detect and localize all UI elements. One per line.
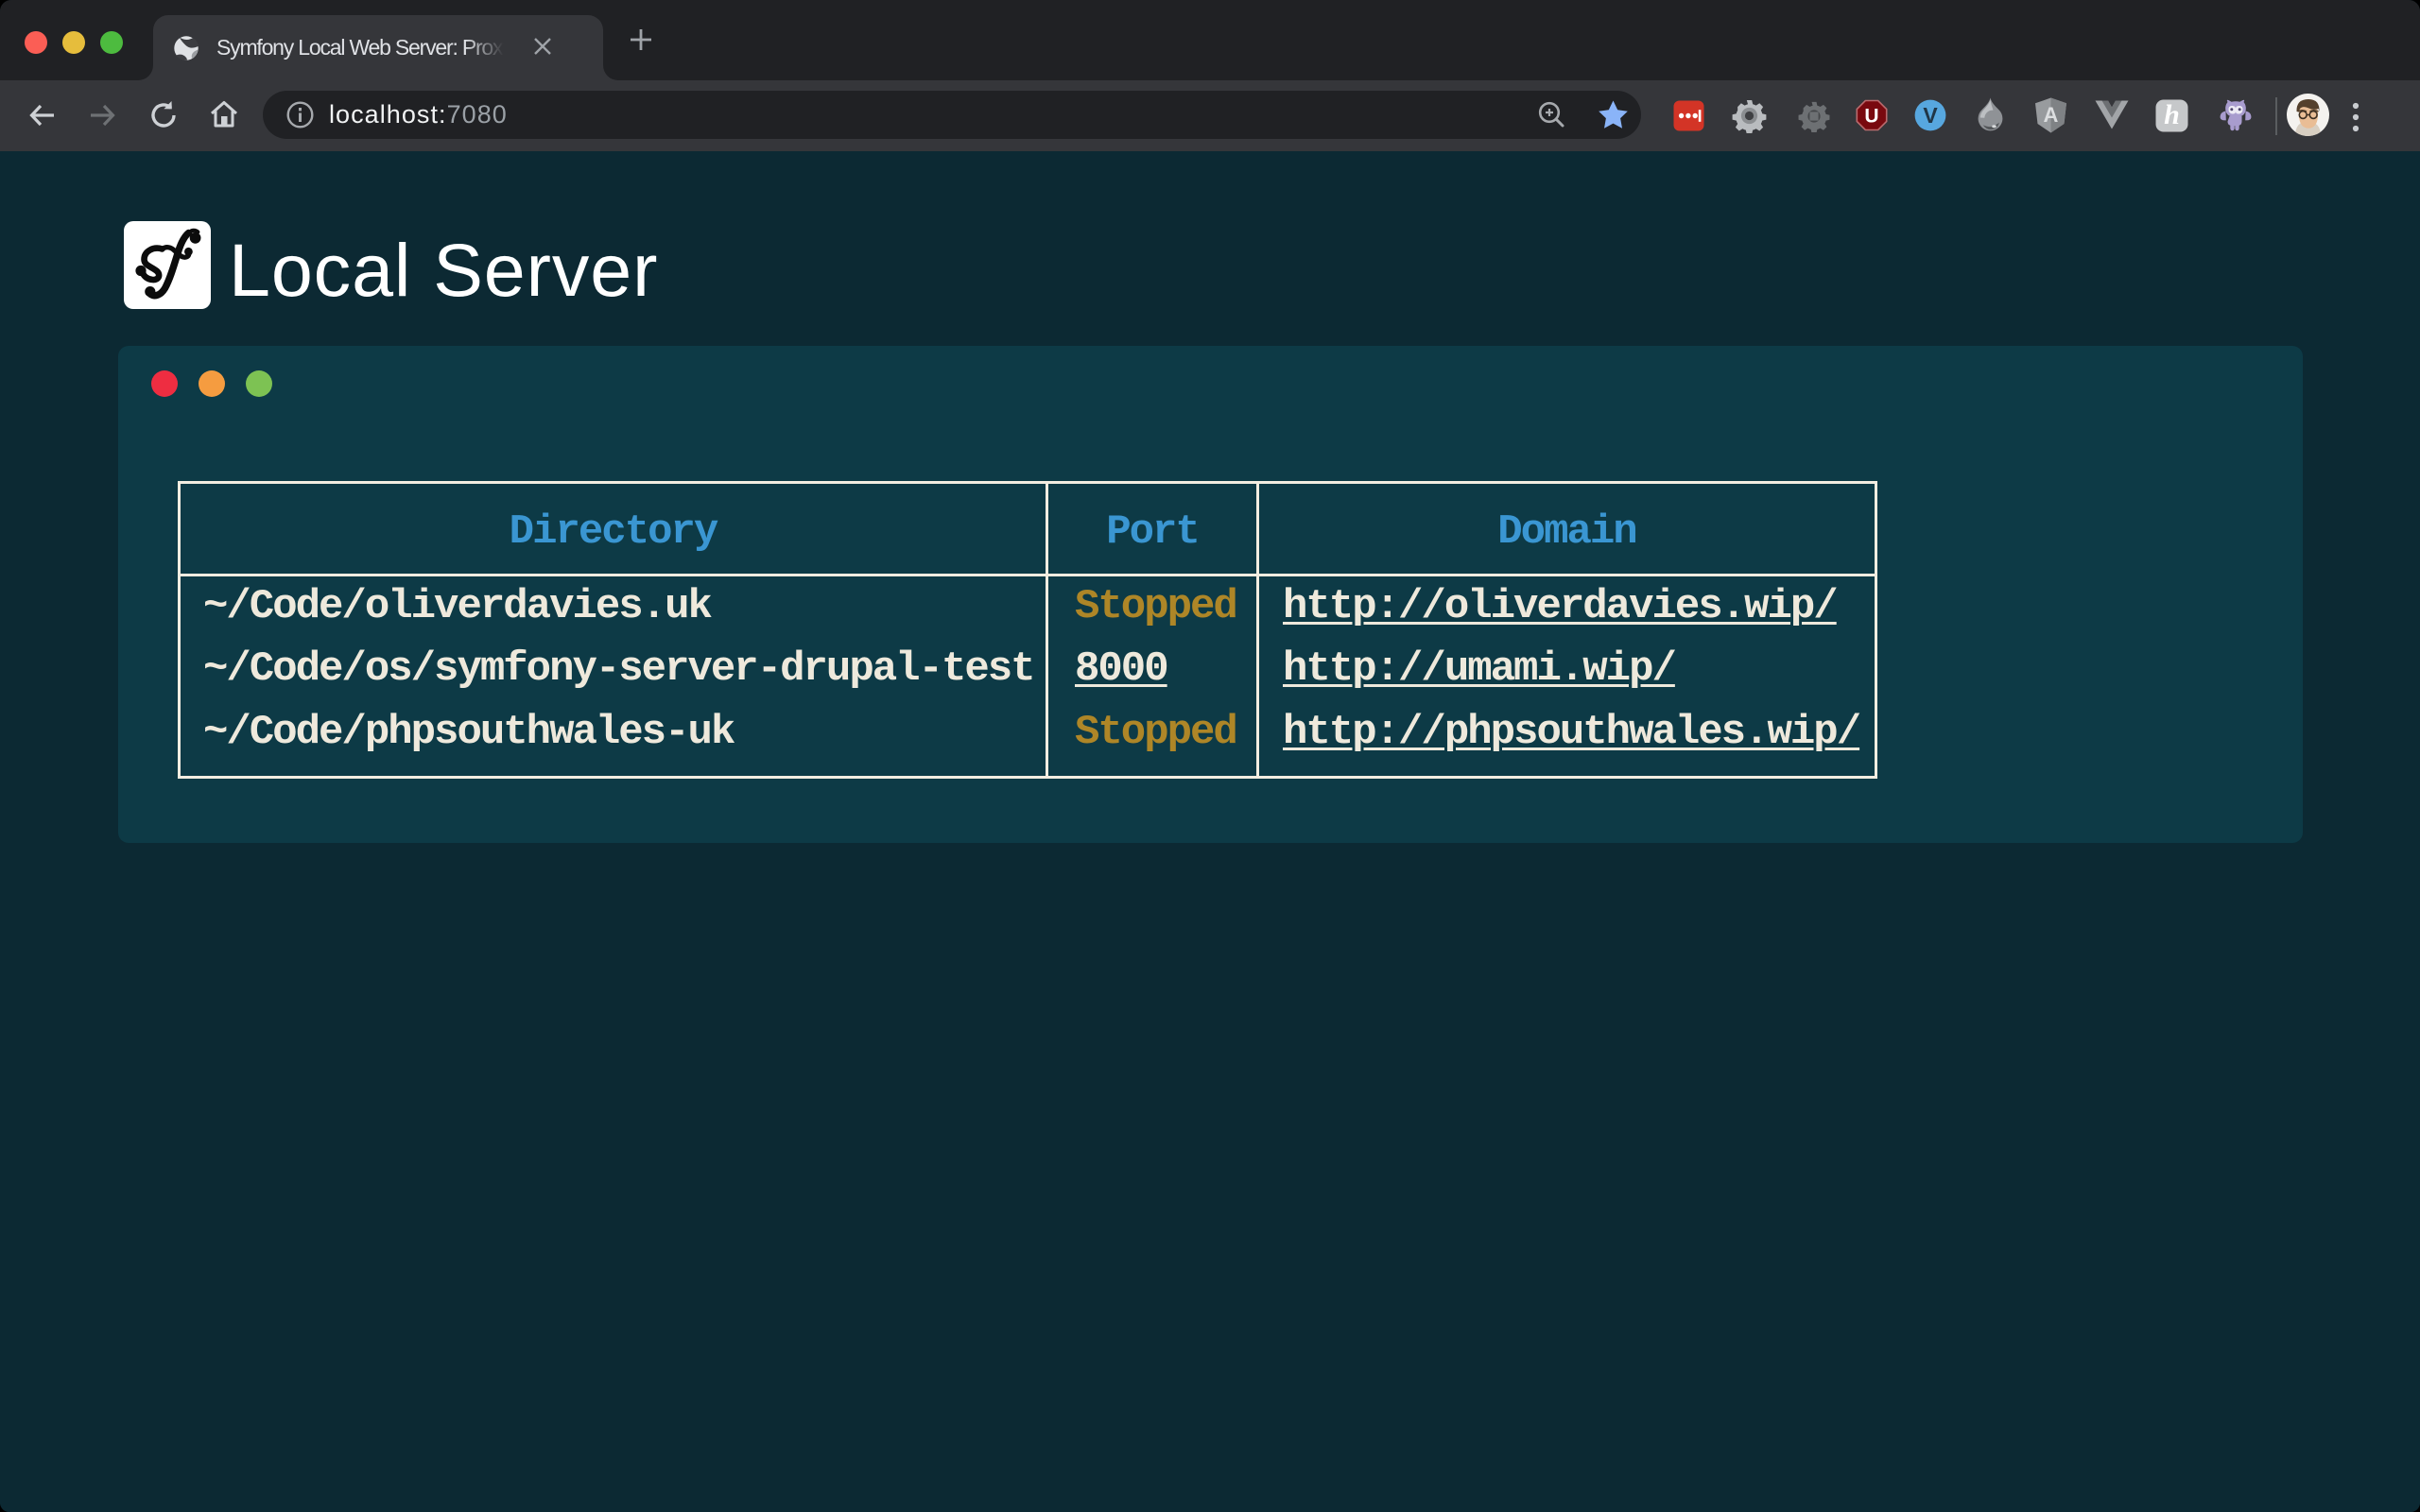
svg-text:A: A	[2044, 103, 2059, 127]
svg-text:V: V	[1923, 103, 1938, 128]
svg-text:h: h	[2164, 99, 2180, 130]
svg-text:U: U	[1864, 106, 1878, 128]
